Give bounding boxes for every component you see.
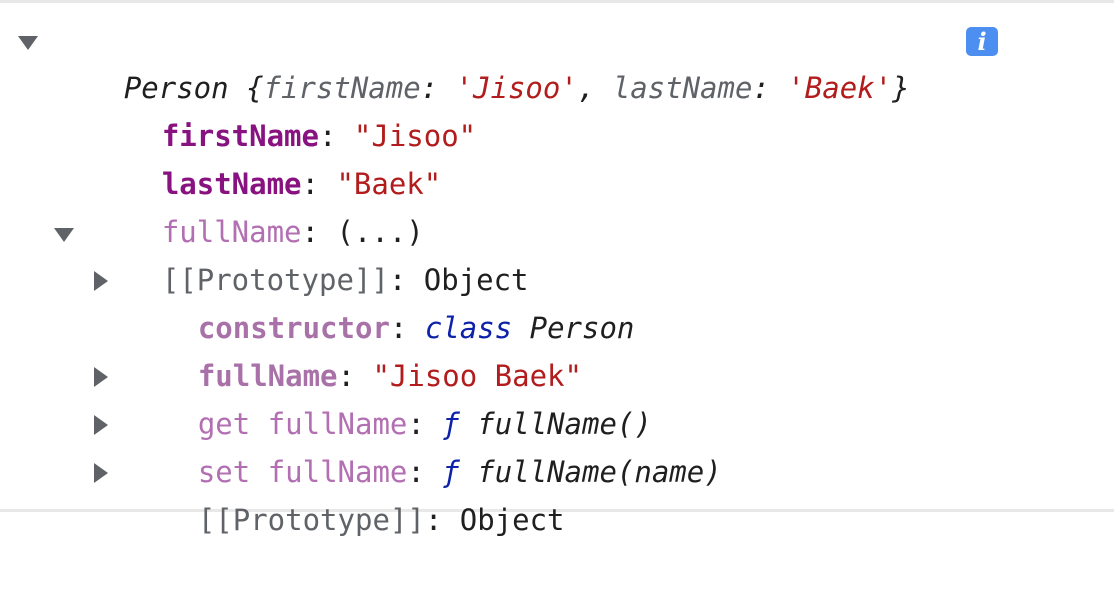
colon: : xyxy=(752,71,788,105)
constructor-row[interactable]: constructor: class Person xyxy=(128,259,635,345)
separator: , xyxy=(577,71,613,105)
colon: : xyxy=(424,503,460,537)
prototype-value: Object xyxy=(459,503,565,537)
expand-triangle-right-icon[interactable] xyxy=(94,271,108,291)
getter-row[interactable]: get fullName: ƒ fullName() xyxy=(128,355,652,441)
property-row-fullname[interactable]: fullName: "Jisoo Baek" xyxy=(128,307,582,393)
summary-value-lastname: 'Baek' xyxy=(787,71,893,105)
property-row-firstname[interactable]: firstName: "Jisoo" xyxy=(92,67,476,153)
expand-triangle-down-icon[interactable] xyxy=(54,228,74,242)
object-summary-row[interactable]: Person {firstName: 'Jisoo', lastName: 'B… xyxy=(54,19,910,105)
property-row-lastname[interactable]: lastName: "Baek" xyxy=(92,115,441,201)
prototype-label: [[Prototype]] xyxy=(197,503,425,537)
summary-key-lastname: lastName xyxy=(612,71,753,105)
expand-triangle-right-icon[interactable] xyxy=(94,463,108,483)
info-icon[interactable]: i xyxy=(966,27,998,56)
prototype-row[interactable]: [[Prototype]]: Object xyxy=(92,211,529,297)
close-brace: } xyxy=(892,71,910,105)
expand-triangle-right-icon[interactable] xyxy=(94,415,108,435)
console-object-tree: Person {firstName: 'Jisoo', lastName: 'B… xyxy=(0,0,1114,537)
inner-prototype-row[interactable]: [[Prototype]]: Object xyxy=(128,451,565,537)
setter-row[interactable]: set fullName: ƒ fullName(name) xyxy=(128,403,722,489)
expand-triangle-right-icon[interactable] xyxy=(94,367,108,387)
property-row-fullname-getter[interactable]: fullName: (...) xyxy=(92,163,424,249)
expand-triangle-down-icon[interactable] xyxy=(18,36,38,50)
